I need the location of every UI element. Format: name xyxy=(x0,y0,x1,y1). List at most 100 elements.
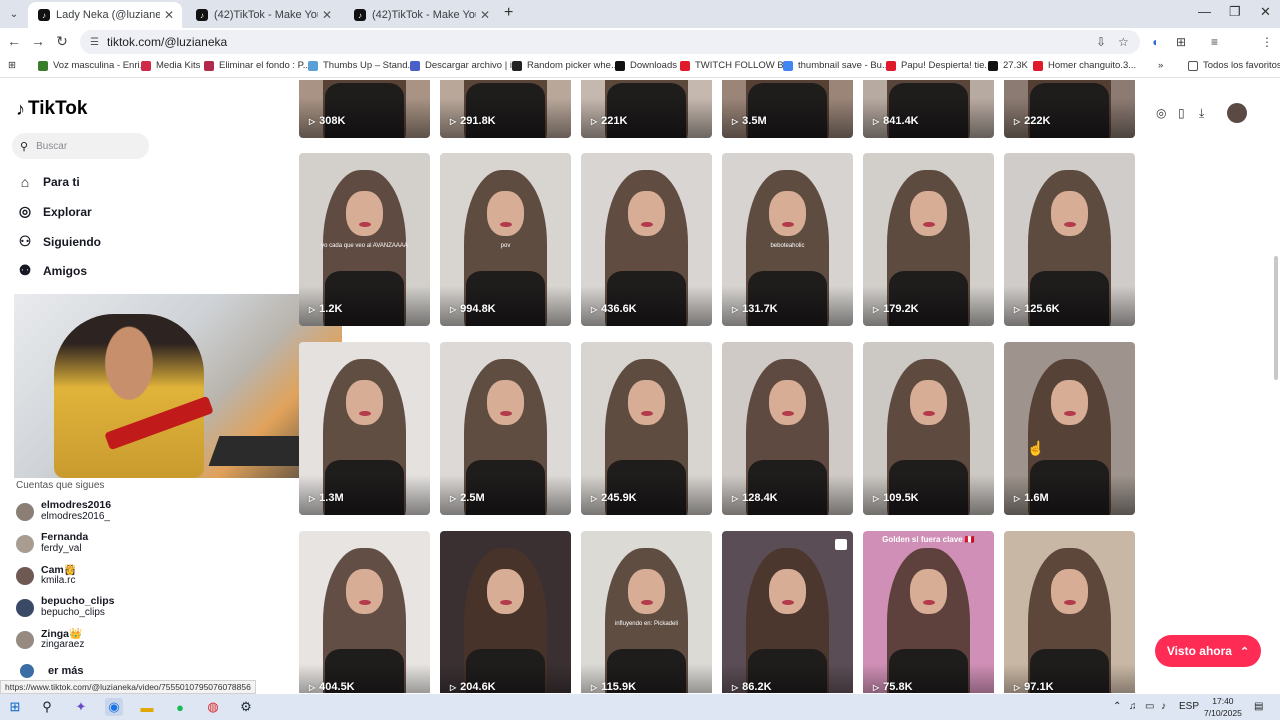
play-icon: ▷ xyxy=(591,116,598,126)
language-indicator[interactable]: ESP xyxy=(1179,701,1199,712)
see-more-link[interactable]: er más xyxy=(20,664,83,678)
restore-icon[interactable]: ❐ xyxy=(1229,4,1241,20)
bookmark-item[interactable]: Homer changuito.3... xyxy=(1033,60,1136,71)
obs-recorder-icon[interactable]: ◍ xyxy=(204,698,222,716)
forward-icon[interactable]: → xyxy=(29,33,47,49)
tab-search-icon[interactable]: ⌄ xyxy=(4,4,24,24)
video-card[interactable]: ▷ 109.5K xyxy=(863,342,994,515)
play-icon: ▷ xyxy=(450,682,457,692)
bookmark-item[interactable]: Eliminar el fondo : P... xyxy=(204,60,311,71)
video-card[interactable]: influyendo en: Pickadeli ▷ 115.9K xyxy=(581,531,712,693)
nav-explorar[interactable]: ◎ Explorar xyxy=(16,203,92,220)
page-scrollbar[interactable] xyxy=(1274,256,1278,380)
video-card[interactable]: yo cada que veo al AVANZAAAA ▷ 1.2K xyxy=(299,153,430,326)
tab-close-icon[interactable]: ✕ xyxy=(164,8,174,22)
windows-start-icon[interactable]: ⊞ xyxy=(6,698,24,716)
address-bar[interactable]: ☰ tiktok.com/@luzianeka xyxy=(80,30,1140,54)
nav-para-ti[interactable]: ⌂ Para ti xyxy=(16,174,80,190)
video-card[interactable]: ▷ 86.2K xyxy=(722,531,853,693)
new-tab-icon[interactable]: + xyxy=(504,4,513,22)
site-info-icon[interactable]: ☰ xyxy=(90,37,99,48)
mobile-app-icon[interactable]: ▯ xyxy=(1178,106,1185,120)
bookmarks-overflow-icon[interactable]: » xyxy=(1158,60,1163,71)
download-icon[interactable]: ⤓ xyxy=(1199,106,1204,121)
copilot-icon[interactable]: ✦ xyxy=(72,698,90,716)
video-card[interactable]: ▷ 128.4K xyxy=(722,342,853,515)
video-card[interactable]: ▷ 404.5K xyxy=(299,531,430,693)
followed-account[interactable]: Fernanda ferdy_val xyxy=(16,531,156,557)
window-close-icon[interactable]: ✕ xyxy=(1260,4,1271,20)
bookmark-item[interactable]: Downloads xyxy=(615,60,677,71)
video-card[interactable]: ▷ 204.6K xyxy=(440,531,571,693)
video-card[interactable]: ▷ 221K xyxy=(581,80,712,138)
bookmark-item[interactable]: Voz masculina - Enri... xyxy=(38,60,148,71)
clock[interactable]: 17:40 7/10/2025 xyxy=(1204,695,1242,719)
video-card[interactable]: ▷ 291.8K xyxy=(440,80,571,138)
nav-siguiendo[interactable]: ⚇ Siguiendo xyxy=(16,233,101,250)
search-icon[interactable]: ⚲ xyxy=(38,698,56,716)
volume-icon[interactable]: ♪ xyxy=(1161,701,1166,712)
video-card[interactable]: ▷ 436.6K xyxy=(581,153,712,326)
video-card[interactable]: ▷ 125.6K xyxy=(1004,153,1135,326)
extension-icon[interactable]: ◖ xyxy=(1151,35,1158,49)
video-card[interactable]: ▷ 245.9K xyxy=(581,342,712,515)
tab-tiktok-2[interactable]: ♪ (42)TikTok - Make Your Day ✕ xyxy=(344,2,498,28)
video-card[interactable]: ▷ 97.1K xyxy=(1004,531,1135,693)
followed-account[interactable]: elmodres2016 elmodres2016_ xyxy=(16,499,156,525)
all-favorites[interactable]: Todos los favoritos xyxy=(1188,60,1280,71)
coins-icon[interactable]: ◎ xyxy=(1156,106,1166,120)
back-icon[interactable]: ← xyxy=(5,33,23,49)
reload-icon[interactable]: ↻ xyxy=(53,33,71,50)
video-card[interactable]: ▷ 308K xyxy=(299,80,430,138)
apps-grid-icon[interactable]: ⊞ xyxy=(8,60,16,71)
bookmark-star-icon[interactable]: ☆ xyxy=(1118,35,1129,49)
spotify-icon[interactable]: ● xyxy=(171,698,189,716)
chrome-menu-icon[interactable]: ⋮ xyxy=(1261,35,1273,49)
media-control-icon[interactable]: ≡ xyxy=(1211,35,1218,49)
steam-icon[interactable]: ⚙ xyxy=(237,698,255,716)
notifications-icon[interactable]: ▤ xyxy=(1254,701,1263,712)
tab-close-icon[interactable]: ✕ xyxy=(322,8,332,22)
video-card[interactable]: ▷ 2.5M xyxy=(440,342,571,515)
video-card[interactable]: beboteaholic ▷ 131.7K xyxy=(722,153,853,326)
tab-tiktok-1[interactable]: ♪ (42)TikTok - Make Your Day ✕ xyxy=(186,2,340,28)
video-thumbnail-face xyxy=(487,380,524,426)
profile-avatar[interactable] xyxy=(1227,103,1247,123)
install-app-icon[interactable]: ⇩ xyxy=(1096,35,1106,49)
video-card[interactable]: ▷ 1.3M xyxy=(299,342,430,515)
video-card[interactable]: ▷ 3.5M xyxy=(722,80,853,138)
tray-overflow-icon[interactable]: ⌃ xyxy=(1113,701,1121,712)
bookmark-item[interactable]: thumbnail save - Bu... xyxy=(783,60,890,71)
bookmark-item[interactable]: Papu! Despierta! tie... xyxy=(886,60,992,71)
tab-close-icon[interactable]: ✕ xyxy=(480,8,490,22)
video-card[interactable]: pov ▷ 994.8K xyxy=(440,153,571,326)
followed-account[interactable]: bepucho_clips bepucho_clips xyxy=(16,595,156,621)
bookmark-item[interactable]: 27.3K xyxy=(988,60,1028,71)
nav-amigos[interactable]: ⚉ Amigos xyxy=(16,262,87,279)
visto-ahora-button[interactable]: Visto ahora ⌃ xyxy=(1155,635,1261,667)
view-count: ▷ 179.2K xyxy=(873,303,919,315)
minimize-icon[interactable]: — xyxy=(1198,4,1211,19)
tiktok-logo[interactable]: ♪ TikTok xyxy=(16,98,87,120)
bookmark-item[interactable]: Random picker whe... xyxy=(512,60,619,71)
extensions-puzzle-icon[interactable]: ⊞ xyxy=(1176,35,1186,49)
bookmark-item[interactable]: Thumbs Up – Stand... xyxy=(308,60,415,71)
search-input[interactable]: ⚲ Buscar xyxy=(12,133,149,159)
microphone-icon[interactable]: ♫ xyxy=(1129,701,1137,712)
video-card[interactable]: ▷ 841.4K xyxy=(863,80,994,138)
view-count: ▷ 75.8K xyxy=(873,681,913,693)
tab-lady-neka[interactable]: ♪ Lady Neka (@luzianeka) | TikTok ✕ xyxy=(28,2,182,28)
video-card[interactable]: ▷ 222K xyxy=(1004,80,1135,138)
followed-account[interactable]: Cam👸 kmila.rc xyxy=(16,563,156,589)
video-card[interactable]: ▷ 179.2K xyxy=(863,153,994,326)
followed-account[interactable]: Zinga👑 zingaraez xyxy=(16,627,156,653)
video-card[interactable]: Golden si fuera clave 🇵🇪 ▷ 75.8K xyxy=(863,531,994,693)
bookmark-item[interactable]: Descargar archivo | i... xyxy=(410,60,520,71)
network-icon[interactable]: ▭ xyxy=(1145,701,1154,712)
chrome-taskbar-icon[interactable]: ◉ xyxy=(105,698,123,716)
see-more-icon xyxy=(20,664,34,678)
bookmark-item[interactable]: TWITCH FOLLOW B... xyxy=(680,60,792,71)
file-explorer-icon[interactable]: ▬ xyxy=(138,698,156,716)
bookmark-item[interactable]: Media Kits xyxy=(141,60,200,71)
video-card[interactable]: ▷ 1.6M xyxy=(1004,342,1135,515)
